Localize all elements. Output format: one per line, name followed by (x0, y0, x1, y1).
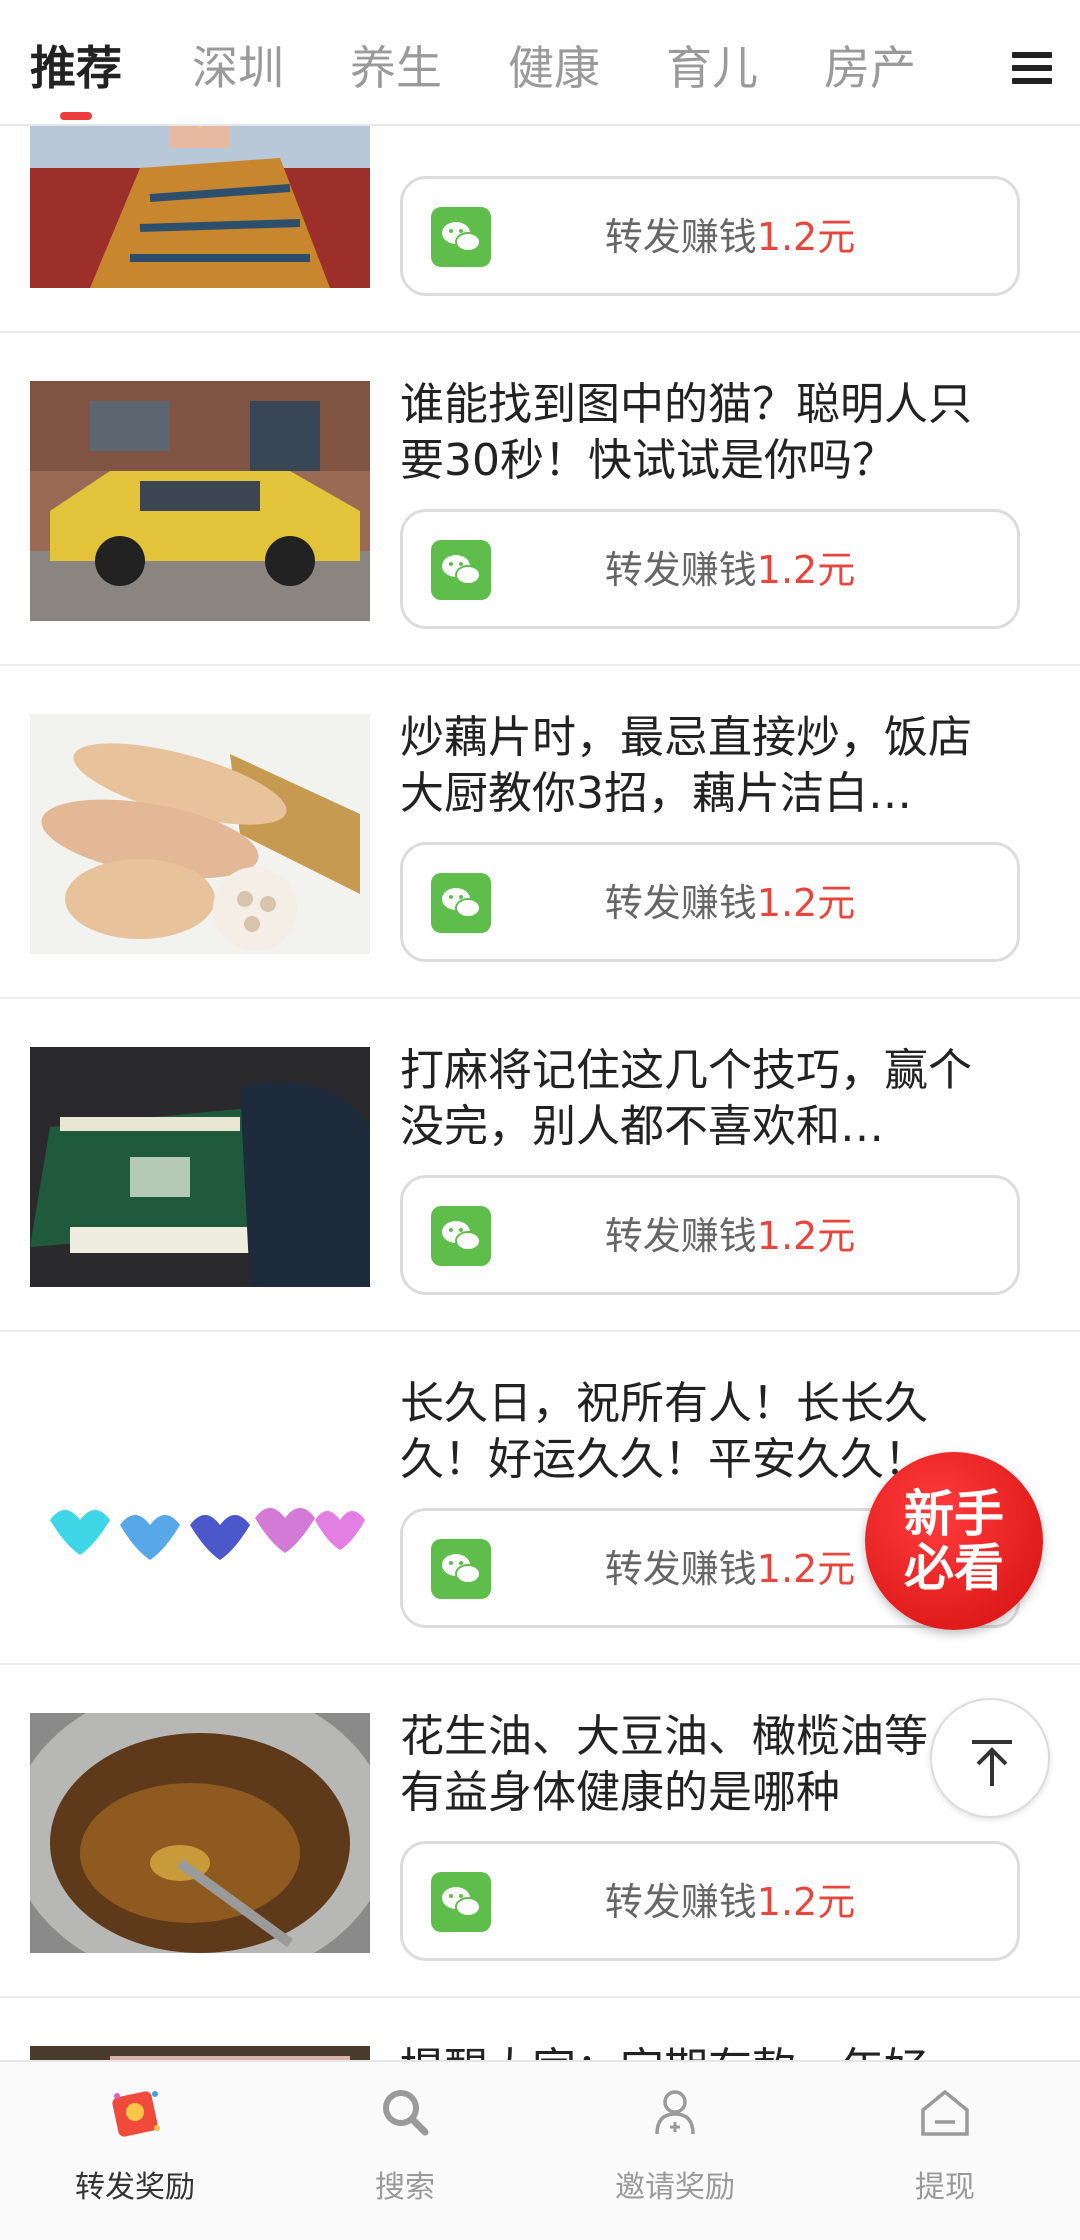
money-photo (30, 2046, 370, 2060)
menu-icon[interactable] (1012, 52, 1052, 86)
article-feed[interactable]: 转发赚钱1.2元 谁能找到图中的猫？聪明人只要30秒！快试试是你吗？ 转发赚钱1… (0, 126, 1080, 2060)
oil-pot-photo (30, 1713, 370, 1953)
reward-amount: 1.2元 (756, 1214, 856, 1258)
active-tab-indicator (60, 112, 92, 120)
hearts-graphic (30, 1380, 370, 1620)
tab-recommend[interactable]: 推荐 (30, 38, 122, 120)
top-tab-bar: 推荐 深圳 养生 健康 育儿 房产 (0, 0, 1080, 126)
article-title[interactable]: 提醒大家：定期存款一年好 (400, 2042, 1000, 2060)
tab-health-care[interactable]: 养生 (350, 38, 442, 104)
reward-amount: 1.2元 (756, 1547, 856, 1591)
nav-label: 提现 (915, 2170, 975, 2205)
invite-user-icon (645, 2082, 705, 2142)
tab-label: 养生 (350, 41, 442, 95)
nav-share-reward[interactable]: 转发奖励 (0, 2062, 270, 2240)
mahjong-photo (30, 1047, 370, 1287)
nav-label: 转发奖励 (75, 2170, 195, 2205)
tab-health[interactable]: 健康 (508, 38, 600, 104)
search-icon (375, 2082, 435, 2142)
tab-label: 推荐 (30, 41, 122, 95)
nav-search[interactable]: 搜索 (270, 2062, 540, 2240)
newbie-guide-button[interactable]: 新手 必看 (865, 1452, 1043, 1630)
withdraw-icon (915, 2082, 975, 2142)
lotus-root-photo (30, 714, 370, 954)
back-to-top-button[interactable] (930, 1698, 1050, 1818)
nav-label: 搜索 (375, 2170, 435, 2205)
tab-label: 健康 (508, 41, 600, 95)
bottom-nav: 转发奖励 搜索 邀请奖励 提现 (0, 2060, 1080, 2240)
list-item[interactable]: 打麻将记住这几个技巧，赢个没完，别人都不喜欢和… 转发赚钱1.2元 (0, 999, 1080, 1332)
tab-label: 深圳 (192, 41, 284, 95)
tab-real-estate[interactable]: 房产 (824, 38, 916, 104)
list-item[interactable]: 炒藕片时，最忌直接炒，饭店大厨教你3招，藕片洁白… 转发赚钱1.2元 (0, 666, 1080, 999)
reward-amount: 1.2元 (756, 548, 856, 592)
list-item[interactable]: 谁能找到图中的猫？聪明人只要30秒！快试试是你吗？ 转发赚钱1.2元 (0, 333, 1080, 666)
newbie-line2: 必看 (904, 1539, 1004, 1597)
reward-amount: 1.2元 (756, 881, 856, 925)
article-title[interactable]: 花生油、大豆油、橄榄油等，有益身体健康的是哪种 (400, 1709, 1000, 1821)
tab-label: 房产 (824, 41, 916, 95)
share-earn-button[interactable]: 转发赚钱1.2元 (400, 842, 1020, 962)
share-earn-button[interactable]: 转发赚钱1.2元 (400, 1841, 1020, 1961)
nav-withdraw[interactable]: 提现 (810, 2062, 1080, 2240)
list-item[interactable]: 花生油、大豆油、橄榄油等，有益身体健康的是哪种 转发赚钱1.2元 (0, 1665, 1080, 1998)
share-earn-button[interactable]: 转发赚钱1.2元 (400, 509, 1020, 629)
tab-shenzhen[interactable]: 深圳 (192, 38, 284, 104)
share-earn-button[interactable]: 转发赚钱1.2元 (400, 176, 1020, 296)
reward-amount: 1.2元 (756, 1880, 856, 1924)
nav-invite-reward[interactable]: 邀请奖励 (540, 2062, 810, 2240)
list-item[interactable]: 提醒大家：定期存款一年好 (0, 1998, 1080, 2060)
reward-amount: 1.2元 (756, 215, 856, 259)
yellow-taxi-photo (30, 381, 370, 621)
share-earn-label: 转发赚钱1.2元 (604, 881, 856, 925)
tab-label: 育儿 (666, 41, 758, 95)
newbie-line1: 新手 (904, 1485, 1004, 1543)
article-title[interactable]: 谁能找到图中的猫？聪明人只要30秒！快试试是你吗？ (400, 377, 1000, 489)
share-earn-label: 转发赚钱1.2元 (604, 1214, 856, 1258)
share-earn-label: 转发赚钱1.2元 (604, 215, 856, 259)
share-earn-label: 转发赚钱1.2元 (604, 548, 856, 592)
article-title[interactable]: 打麻将记住这几个技巧，赢个没完，别人都不喜欢和… (400, 1043, 1000, 1155)
share-earn-label: 转发赚钱1.2元 (604, 1880, 856, 1924)
arrow-up-icon (972, 1740, 1012, 1786)
nav-label: 邀请奖励 (615, 2170, 735, 2205)
category-tabs: 推荐 深圳 养生 健康 育儿 房产 (0, 0, 980, 126)
share-earn-button[interactable]: 转发赚钱1.2元 (400, 1175, 1020, 1295)
dancer-photo (30, 126, 370, 288)
tab-parenting[interactable]: 育儿 (666, 38, 758, 104)
list-item[interactable]: 转发赚钱1.2元 (0, 126, 1080, 333)
red-envelope-icon (105, 2082, 165, 2142)
article-title[interactable]: 炒藕片时，最忌直接炒，饭店大厨教你3招，藕片洁白… (400, 710, 1000, 822)
